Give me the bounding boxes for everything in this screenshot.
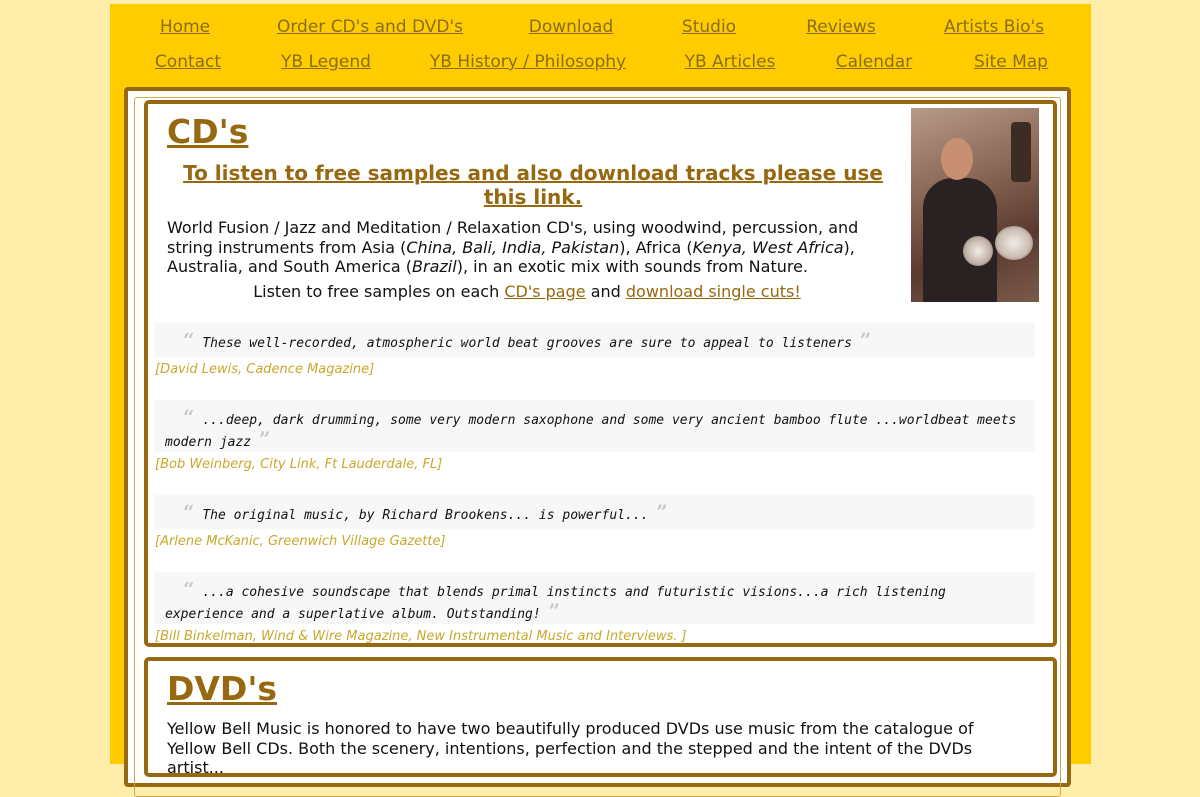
nav-reviews-link[interactable]: Reviews <box>806 17 876 37</box>
dvds-section: DVD's Yellow Bell Music is honored to ha… <box>144 657 1057 777</box>
nav-row-2: Contact YB Legend YB History / Philosoph… <box>110 52 1091 76</box>
review-quote: “ ...deep, dark drumming, some very mode… <box>155 400 1035 452</box>
quote-text: The original music, by Richard Brookens.… <box>202 508 649 523</box>
samples-text: Listen to free samples on each <box>253 282 505 301</box>
close-quote-icon: ” <box>258 427 271 451</box>
nav-yb-history-link[interactable]: YB History / Philosophy <box>430 52 626 72</box>
nav-calendar-link[interactable]: Calendar <box>836 52 912 72</box>
close-quote-icon: ” <box>859 328 872 352</box>
photo-detail <box>995 226 1033 260</box>
review-quote: “ These well-recorded, atmospheric world… <box>155 323 1035 357</box>
nav-home-link[interactable]: Home <box>160 17 210 37</box>
open-quote-icon: “ <box>183 328 195 352</box>
quote-source: [Arlene McKanic, Greenwich Village Gazet… <box>155 534 446 549</box>
review-quote: “ ...a cohesive soundscape that blends p… <box>155 572 1035 624</box>
review-quote: “ The original music, by Richard Brooken… <box>155 495 1035 529</box>
cd-page-link[interactable]: CD's page <box>504 282 585 301</box>
nav-row-1: Home Order CD's and DVD's Download Studi… <box>110 17 1091 41</box>
cds-description: World Fusion / Jazz and Meditation / Rel… <box>167 218 887 277</box>
cds-section: CD's To listen to free samples and also … <box>144 100 1057 647</box>
dvds-description: Yellow Bell Music is honored to have two… <box>167 719 974 777</box>
quote-source: [Bob Weinberg, City Link, Ft Lauderdale,… <box>155 457 443 472</box>
download-single-cuts-link[interactable]: download single cuts! <box>626 282 801 301</box>
nav-site-map-link[interactable]: Site Map <box>974 52 1048 72</box>
nav-studio-link[interactable]: Studio <box>682 17 736 37</box>
nav-contact-link[interactable]: Contact <box>155 52 221 72</box>
dvds-heading[interactable]: DVD's <box>167 669 277 708</box>
nav-artists-bios-link[interactable]: Artists Bio's <box>944 17 1044 37</box>
quote-text: ...deep, dark drumming, some very modern… <box>165 413 1017 450</box>
photo-detail <box>963 236 993 266</box>
listen-samples-link[interactable]: To listen to free samples and also downl… <box>178 161 888 209</box>
photo-detail <box>941 138 973 180</box>
quote-source: [David Lewis, Cadence Magazine] <box>155 362 375 377</box>
artist-drums-photo <box>911 108 1039 302</box>
open-quote-icon: “ <box>183 500 195 524</box>
desc-text: ), Africa ( <box>619 237 693 257</box>
nav-yb-articles-link[interactable]: YB Articles <box>685 52 776 72</box>
quote-source: [Bill Binkelman, Wind & Wire Magazine, N… <box>155 629 687 644</box>
desc-africa: Kenya, West Africa <box>692 237 844 257</box>
nav-yb-legend-link[interactable]: YB Legend <box>281 52 371 72</box>
cds-heading[interactable]: CD's <box>167 112 248 151</box>
close-quote-icon: ” <box>656 500 668 524</box>
desc-south-america: Brazil <box>412 257 457 276</box>
open-quote-icon: “ <box>183 577 195 601</box>
close-quote-icon: ” <box>548 599 561 623</box>
nav-order-link[interactable]: Order CD's and DVD's <box>277 17 463 37</box>
desc-text: ), in an exotic mix with sounds from Nat… <box>456 257 809 276</box>
samples-text: and <box>585 282 626 301</box>
open-quote-icon: “ <box>183 405 195 429</box>
desc-asia: China, Bali, India, Pakistan <box>406 237 620 257</box>
nav-download-link[interactable]: Download <box>529 17 614 37</box>
samples-line: Listen to free samples on each CD's page… <box>167 282 887 301</box>
photo-detail <box>1011 122 1031 182</box>
quote-text: These well-recorded, atmospheric world b… <box>202 336 852 351</box>
